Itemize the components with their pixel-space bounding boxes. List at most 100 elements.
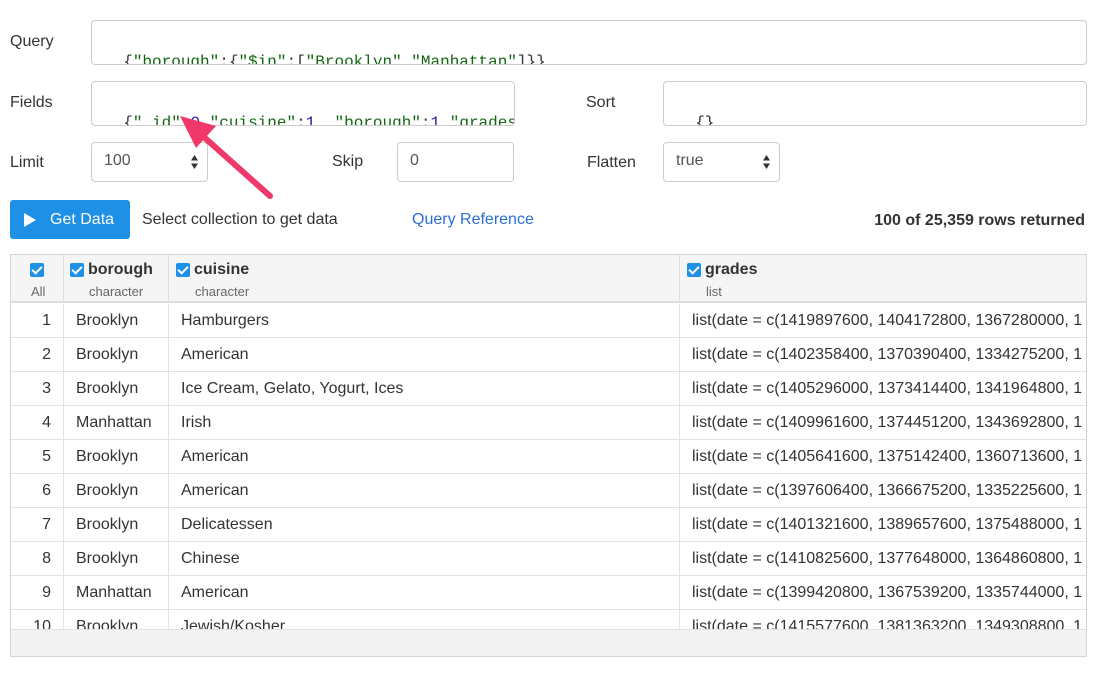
row-number-cell: 2 bbox=[11, 338, 64, 372]
fields-label: Fields bbox=[10, 94, 53, 111]
hint-text: Select collection to get data bbox=[142, 211, 338, 228]
cuisine-checkbox[interactable] bbox=[176, 263, 190, 277]
json-token: , bbox=[315, 114, 335, 126]
table-row[interactable]: 6 Brooklyn American list(date = c(139760640… bbox=[11, 474, 1086, 508]
borough-checkbox[interactable] bbox=[70, 263, 84, 277]
column-name: cuisine bbox=[194, 261, 250, 278]
cell-cuisine: Hamburgers bbox=[169, 304, 680, 338]
cell-cuisine: American bbox=[169, 338, 680, 372]
cell-grades: list(date = c(1410825600, 1377648000, 13… bbox=[692, 550, 1083, 567]
json-token: "grades" bbox=[449, 114, 514, 126]
horizontal-scrollbar[interactable] bbox=[11, 629, 1086, 656]
cell-borough: Brooklyn bbox=[64, 508, 169, 542]
query-code: {"borough":{"$in":["Brooklyn","Manhattan… bbox=[123, 53, 546, 65]
arrow-pointer-icon bbox=[180, 116, 273, 199]
limit-value: 100 bbox=[104, 152, 131, 169]
json-token: { bbox=[123, 53, 133, 65]
flatten-value: true bbox=[676, 152, 704, 169]
json-token: : bbox=[219, 53, 229, 65]
rows-returned-status: 100 of 25,359 rows returned bbox=[874, 212, 1085, 229]
flatten-select[interactable]: true bbox=[663, 142, 780, 182]
cell-grades: list(date = c(1397606400, 1366675200, 13… bbox=[692, 482, 1083, 499]
json-token: { bbox=[228, 53, 239, 65]
skip-input[interactable]: 0 bbox=[397, 142, 514, 182]
play-icon bbox=[24, 212, 36, 227]
limit-label: Limit bbox=[10, 154, 44, 171]
json-token: { bbox=[123, 114, 133, 126]
cell-cuisine: American bbox=[169, 474, 680, 508]
skip-value: 0 bbox=[410, 152, 419, 169]
cell-borough: Manhattan bbox=[64, 576, 169, 610]
json-token: ]}} bbox=[516, 53, 546, 65]
select-all-checkbox[interactable] bbox=[30, 263, 44, 277]
cell-cuisine: American bbox=[169, 440, 680, 474]
cell-borough: Brooklyn bbox=[64, 338, 169, 372]
data-grid: All borough character cuisine character … bbox=[10, 254, 1087, 657]
json-token: : bbox=[296, 114, 306, 126]
flatten-label: Flatten bbox=[587, 154, 636, 171]
json-token: "borough" bbox=[334, 114, 421, 126]
json-token: : bbox=[420, 114, 431, 126]
sort-value: {} bbox=[695, 114, 715, 126]
table-row[interactable]: 9 Manhattan American list(date = c(13994208… bbox=[11, 576, 1086, 610]
cell-grades: list(date = c(1401321600, 1389657600, 13… bbox=[692, 516, 1083, 533]
row-number-cell: 9 bbox=[11, 576, 64, 610]
column-header-borough[interactable]: borough character bbox=[64, 255, 169, 303]
json-token: :[ bbox=[286, 53, 306, 65]
cell-borough: Brooklyn bbox=[64, 304, 169, 338]
table-row[interactable]: 4 Manhattan Irish list(date = c(1409961600,… bbox=[11, 406, 1086, 440]
cell-borough: Brooklyn bbox=[64, 542, 169, 576]
table-row[interactable]: 2 Brooklyn American list(date = c(140235840… bbox=[11, 338, 1086, 372]
select-arrows-icon bbox=[763, 155, 770, 169]
column-name: borough bbox=[88, 261, 153, 278]
table-row[interactable]: 7 Brooklyn Delicatessen list(date = c(14013… bbox=[11, 508, 1086, 542]
table-row[interactable]: 5 Brooklyn American list(date = c(140564160… bbox=[11, 440, 1086, 474]
json-token: 1 bbox=[430, 114, 441, 126]
column-type: character bbox=[195, 284, 250, 299]
cell-borough: Brooklyn bbox=[64, 474, 169, 508]
select-all-column: All bbox=[11, 255, 64, 303]
get-data-label: Get Data bbox=[50, 210, 115, 228]
sort-label: Sort bbox=[586, 94, 616, 111]
query-reference-link[interactable]: Query Reference bbox=[412, 211, 534, 229]
json-token: , bbox=[440, 114, 450, 126]
json-token: "Brooklyn" bbox=[305, 53, 402, 65]
cell-grades: list(date = c(1409961600, 1374451200, 13… bbox=[692, 414, 1083, 431]
get-data-button[interactable]: Get Data bbox=[10, 200, 130, 239]
cell-grades: list(date = c(1405641600, 1375142400, 13… bbox=[692, 448, 1083, 465]
cell-cuisine: Chinese bbox=[169, 542, 680, 576]
cell-grades: list(date = c(1402358400, 1370390400, 13… bbox=[692, 346, 1083, 363]
table-row[interactable]: 3 Brooklyn Ice Cream, Gelato, Yogurt, Ices… bbox=[11, 372, 1086, 406]
cell-cuisine: American bbox=[169, 576, 680, 610]
column-header-cuisine[interactable]: cuisine character bbox=[169, 255, 680, 303]
row-number-cell: 3 bbox=[11, 372, 64, 406]
cell-borough: Manhattan bbox=[64, 406, 169, 440]
query-label: Query bbox=[10, 33, 54, 50]
cell-grades: list(date = c(1399420800, 1367539200, 13… bbox=[692, 584, 1083, 601]
column-type: character bbox=[89, 284, 144, 299]
sort-input[interactable]: {} bbox=[663, 81, 1087, 126]
column-type: list bbox=[706, 284, 722, 299]
row-number-cell: 8 bbox=[11, 542, 64, 576]
cell-borough: Brooklyn bbox=[64, 440, 169, 474]
column-name: grades bbox=[705, 261, 758, 278]
fields-input[interactable]: {"_id":0,"cuisine":1, "borough":1,"grade… bbox=[91, 81, 515, 126]
json-token: , bbox=[401, 53, 412, 65]
cell-grades: list(date = c(1419897600, 1404172800, 13… bbox=[692, 312, 1083, 329]
table-row[interactable]: 8 Brooklyn Chinese list(date = c(1410825600… bbox=[11, 542, 1086, 576]
query-input[interactable]: {"borough":{"$in":["Brooklyn","Manhattan… bbox=[91, 20, 1087, 65]
cell-cuisine: Delicatessen bbox=[169, 508, 680, 542]
grades-checkbox[interactable] bbox=[687, 263, 701, 277]
row-number-cell: 5 bbox=[11, 440, 64, 474]
row-number-cell: 4 bbox=[11, 406, 64, 440]
all-label: All bbox=[31, 284, 46, 299]
grid-header: All borough character cuisine character … bbox=[11, 255, 1086, 303]
table-row[interactable]: 1 Brooklyn Hamburgers list(date = c(1419897… bbox=[11, 304, 1086, 338]
column-header-grades[interactable]: grades list bbox=[680, 255, 1086, 303]
cell-borough: Brooklyn bbox=[64, 372, 169, 406]
json-token: "$in" bbox=[238, 53, 287, 65]
row-number-cell: 6 bbox=[11, 474, 64, 508]
row-number-cell: 7 bbox=[11, 508, 64, 542]
cell-cuisine: Irish bbox=[169, 406, 680, 440]
json-token: 1 bbox=[305, 114, 316, 126]
